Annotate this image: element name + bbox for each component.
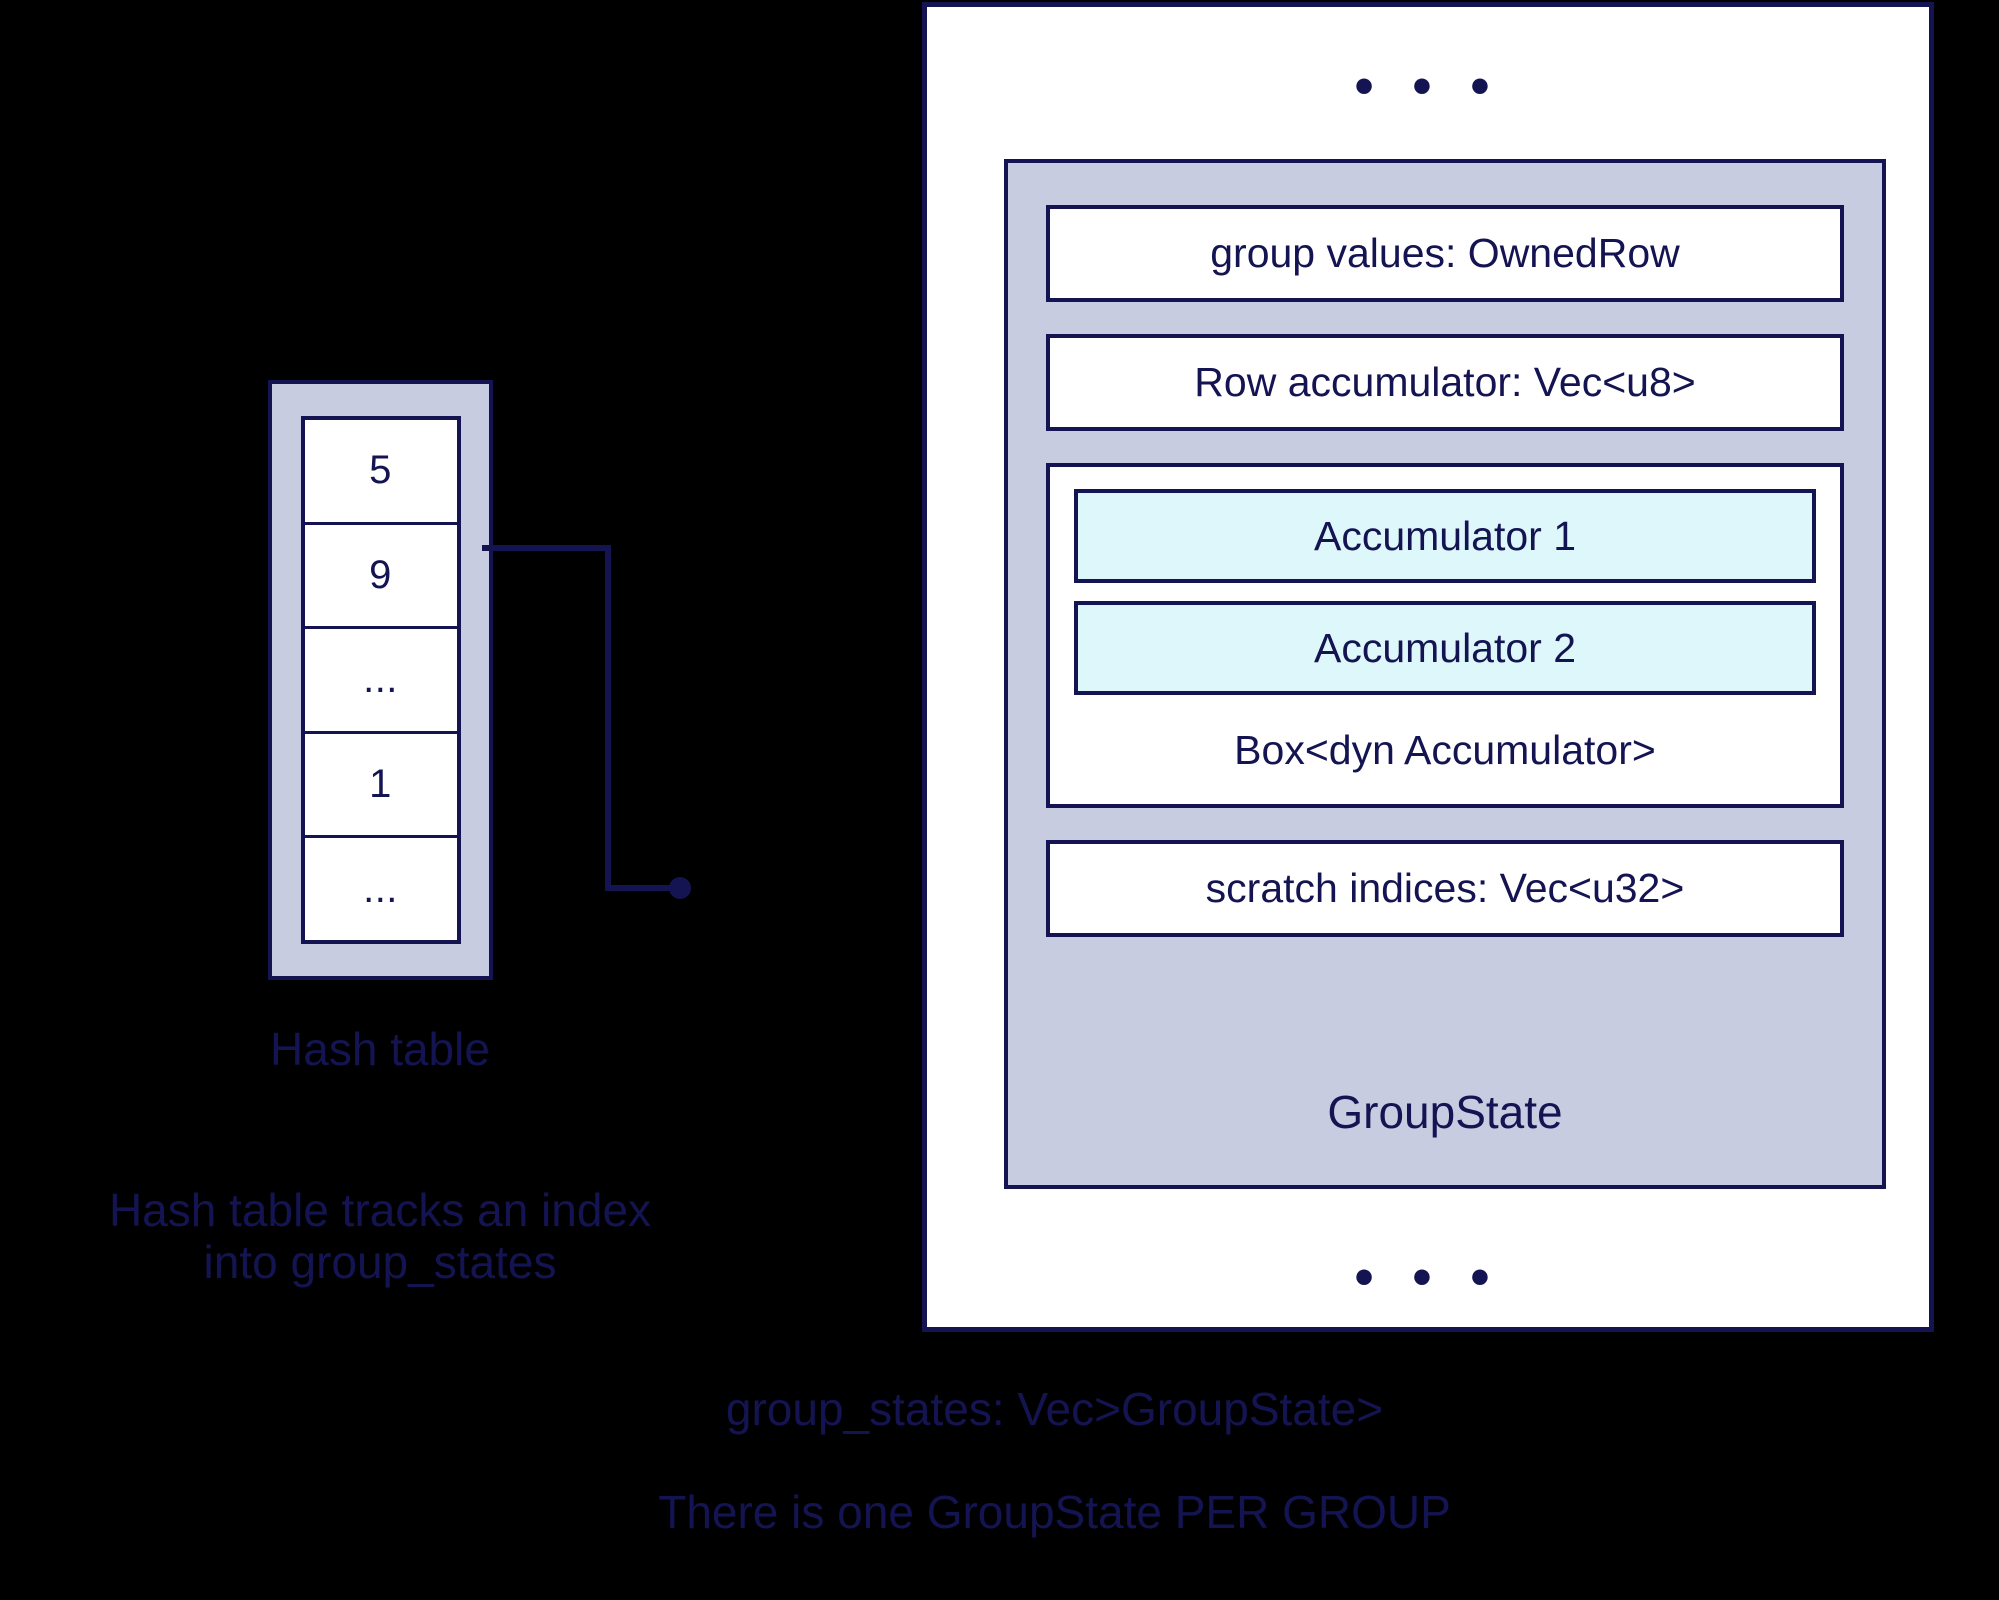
accumulator-2: Accumulator 2 bbox=[1074, 601, 1816, 695]
hash-cell: ... bbox=[304, 838, 457, 940]
field-scratch-indices: scratch indices: Vec<u32> bbox=[1046, 840, 1844, 937]
hash-table-label: Hash table bbox=[270, 1023, 490, 1075]
accumulator-group-label: Box<dyn Accumulator> bbox=[1234, 727, 1656, 773]
hash-cell: 9 bbox=[304, 524, 457, 630]
hash-table-note-line-2: into group_states bbox=[203, 1235, 557, 1288]
hash-table-note: Hash table tracks an index into group_st… bbox=[20, 1184, 740, 1288]
hash-cell: 5 bbox=[304, 420, 457, 525]
hash-cell: 1 bbox=[304, 733, 457, 839]
connector-endpoint-dot bbox=[669, 877, 691, 899]
group-states-per-group-caption: There is one GroupState PER GROUP bbox=[658, 1486, 1451, 1538]
hash-cell: ... bbox=[304, 629, 457, 734]
hash-table-note-line-1: Hash table tracks an index bbox=[108, 1184, 652, 1236]
ellipsis-top: • • • bbox=[1354, 56, 1502, 116]
ellipsis-bottom: • • • bbox=[1354, 1247, 1502, 1307]
accumulator-1: Accumulator 1 bbox=[1074, 489, 1816, 583]
group-states-type-caption: group_states: Vec>GroupState> bbox=[725, 1383, 1384, 1435]
field-group-values: group values: OwnedRow bbox=[1046, 205, 1844, 302]
group-states-panel: • • • group values: OwnedRow Row accumul… bbox=[922, 2, 1934, 1332]
hash-table-container: 5 9 ... 1 ... bbox=[268, 380, 493, 980]
hash-table-cells: 5 9 ... 1 ... bbox=[300, 416, 461, 944]
connector-line bbox=[482, 545, 678, 891]
accumulator-group: Accumulator 1 Accumulator 2 Box<dyn Accu… bbox=[1046, 463, 1844, 808]
group-state-label: GroupState bbox=[1327, 1086, 1563, 1138]
hash-to-groupstate-connector bbox=[482, 545, 691, 899]
group-state-box: group values: OwnedRow Row accumulator: … bbox=[1004, 159, 1886, 1189]
field-row-accumulator: Row accumulator: Vec<u8> bbox=[1046, 334, 1844, 431]
